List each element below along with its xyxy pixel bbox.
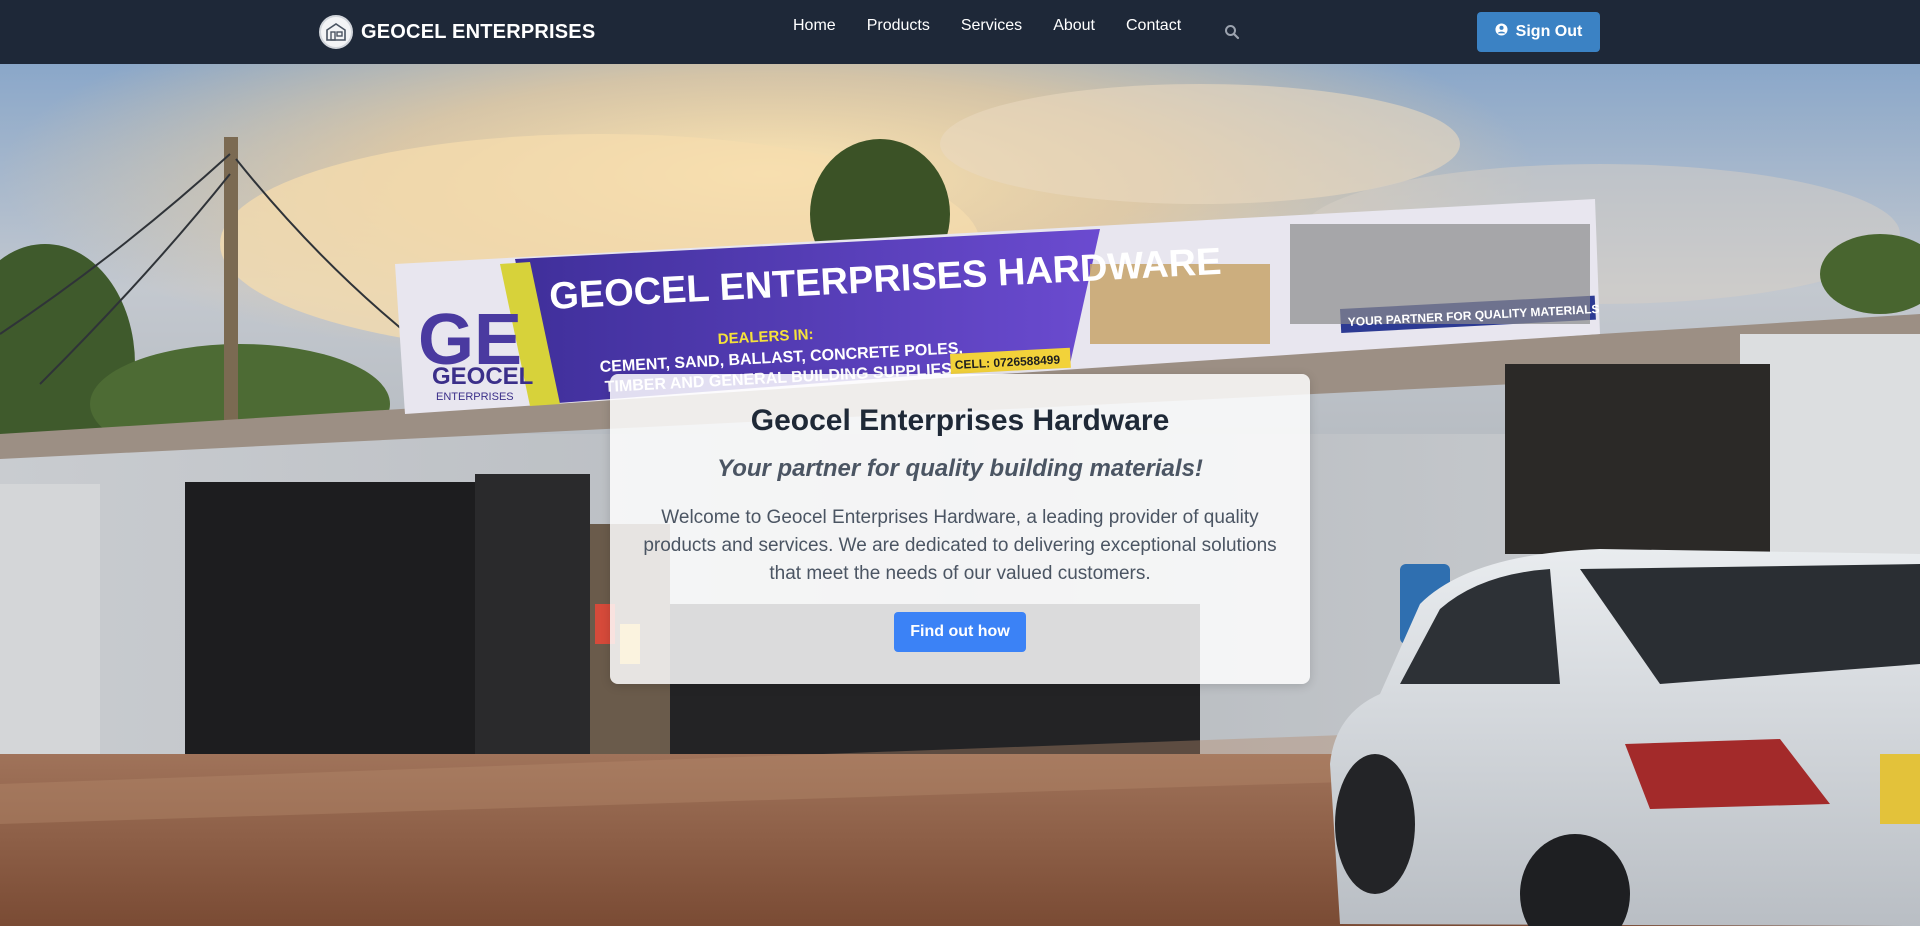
main-nav: Home Products Services About Contact <box>793 16 1181 36</box>
sign-out-button[interactable]: Sign Out <box>1477 12 1600 52</box>
brand-name: GEOCEL ENTERPRISES <box>361 20 596 43</box>
hero-card: Geocel Enterprises Hardware Your partner… <box>610 374 1310 684</box>
nav-link-products[interactable]: Products <box>867 16 930 36</box>
nav-link-services[interactable]: Services <box>961 16 1022 36</box>
svg-text:GEOCEL: GEOCEL <box>432 363 533 390</box>
search-icon[interactable] <box>1222 22 1242 42</box>
svg-text:ENTERPRISES: ENTERPRISES <box>436 391 514 403</box>
storefront-logo-icon <box>319 15 353 49</box>
brand-link[interactable]: GEOCEL ENTERPRISES <box>319 15 595 49</box>
nav-link-home[interactable]: Home <box>793 16 836 36</box>
find-out-how-button[interactable]: Find out how <box>894 612 1026 652</box>
top-navbar: GEOCEL ENTERPRISES Home Products Service… <box>0 0 1920 64</box>
hero-subtitle: Your partner for quality building materi… <box>717 455 1203 482</box>
nav-link-contact[interactable]: Contact <box>1126 16 1181 36</box>
hero-title: Geocel Enterprises Hardware <box>750 404 1170 437</box>
sign-out-label: Sign Out <box>1515 23 1583 40</box>
hero-description: Welcome to Geocel Enterprises Hardware, … <box>643 507 1277 584</box>
hero-section: GE GEOCEL ENTERPRISES GEOCEL ENTERPRISES… <box>0 64 1920 926</box>
nav-link-about[interactable]: About <box>1053 16 1095 36</box>
user-circle-icon <box>1495 23 1508 41</box>
